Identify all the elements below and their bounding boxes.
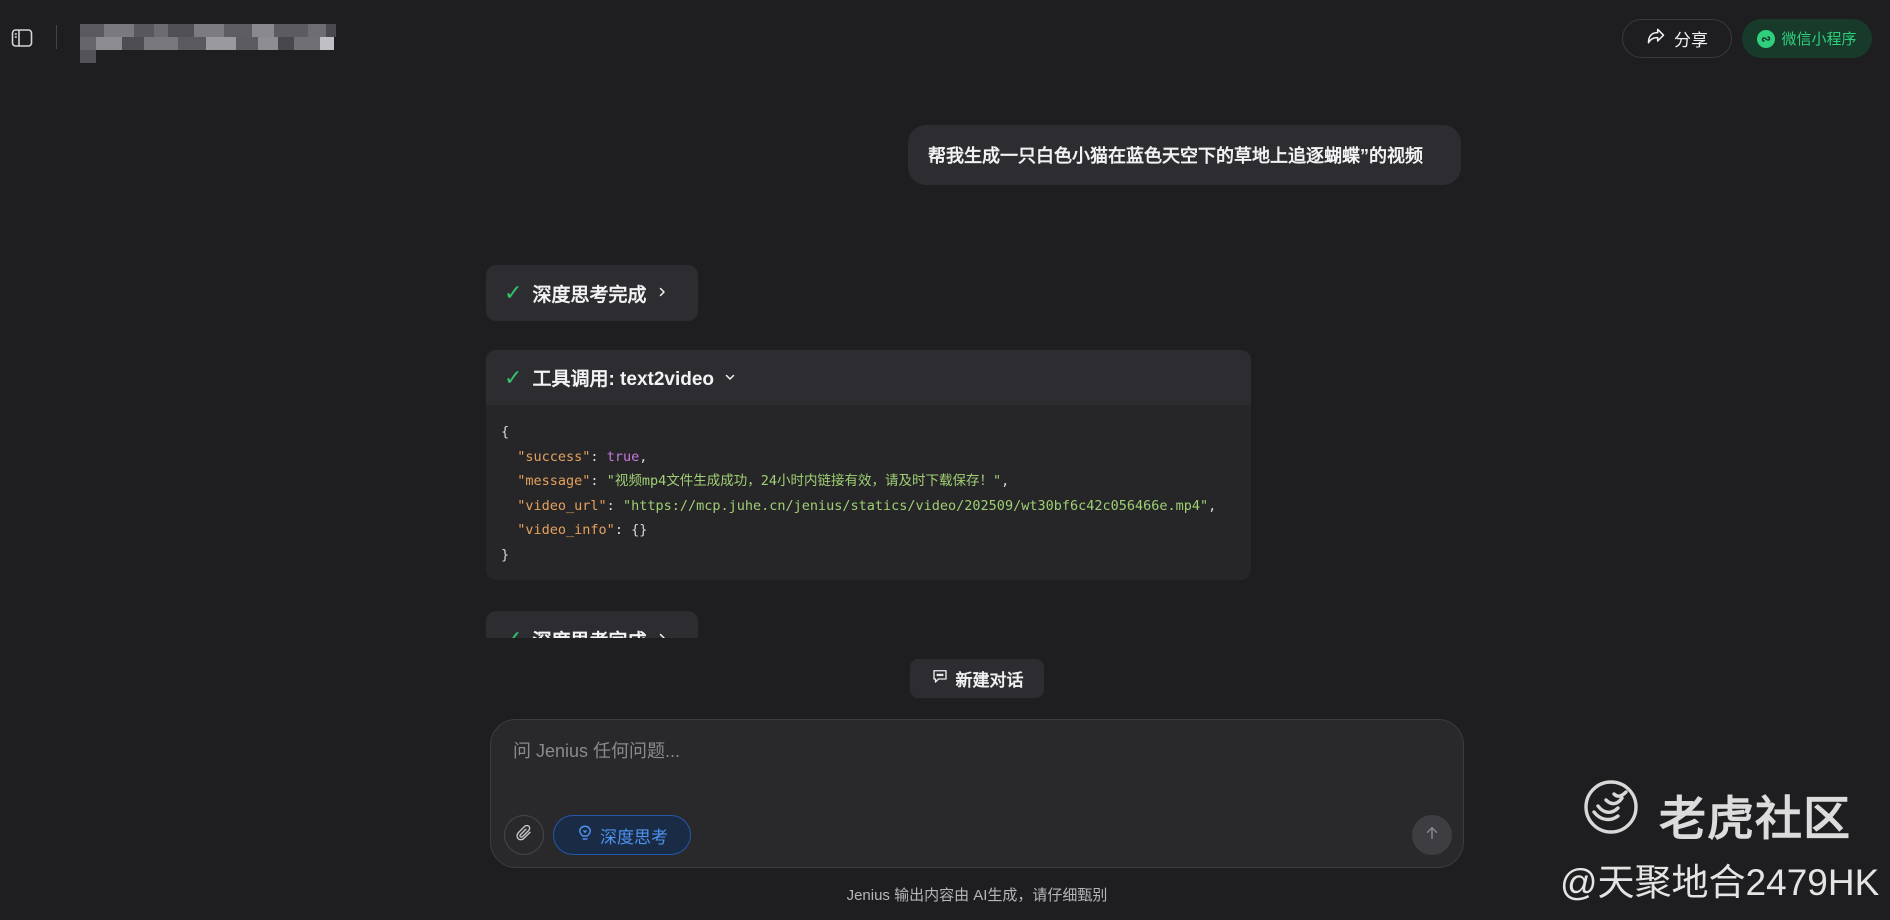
thinking-status-label: 深度思考完成 bbox=[532, 284, 647, 306]
new-chat-button[interactable]: 新建对话 bbox=[910, 659, 1044, 698]
json-key-success: "success" bbox=[517, 448, 591, 465]
top-divider bbox=[56, 25, 57, 49]
user-message-bubble: 帮我生成一只白色小猫在蓝色天空下的草地上追逐蝴蝶”的视频 bbox=[908, 125, 1461, 185]
message-input[interactable] bbox=[511, 734, 1431, 768]
json-value-video-url[interactable]: "https://mcp.juhe.cn/jenius/statics/vide… bbox=[623, 498, 1208, 514]
share-icon bbox=[1646, 26, 1666, 51]
attach-button[interactable] bbox=[504, 815, 544, 855]
wechat-miniprogram-button[interactable]: 微信小程序 bbox=[1742, 19, 1872, 58]
thinking-complete-toggle[interactable]: ✓ 深度思考完成 bbox=[486, 265, 698, 321]
message-composer: 深度思考 bbox=[490, 719, 1464, 868]
share-label: 分享 bbox=[1674, 31, 1708, 50]
thinking-complete-toggle-2[interactable]: ✓ 深度思考完成 bbox=[486, 611, 698, 638]
check-icon: ✓ bbox=[504, 280, 523, 305]
chat-area[interactable]: 帮我生成一只白色小猫在蓝色天空下的草地上追逐蝴蝶”的视频 ✓ 深度思考完成 ✓ … bbox=[0, 76, 1890, 638]
sidebar-toggle-icon[interactable] bbox=[10, 26, 34, 50]
check-icon: ✓ bbox=[504, 626, 522, 638]
top-bar: 分享 微信小程序 bbox=[0, 0, 1890, 76]
tool-call-card: ✓ 工具调用: text2video { "success": true, "m… bbox=[486, 350, 1251, 580]
json-value-message: "视频mp4文件生成成功，24小时内链接有效，请及时下载保存！" bbox=[606, 473, 1002, 489]
blurred-conversation-title bbox=[80, 24, 338, 63]
chevron-down-icon bbox=[724, 367, 736, 389]
tool-call-header[interactable]: ✓ 工具调用: text2video bbox=[486, 350, 1251, 405]
json-open-brace: { bbox=[501, 424, 510, 440]
json-key-video-url: "video_url" bbox=[517, 497, 607, 514]
check-icon: ✓ bbox=[504, 364, 523, 390]
chevron-right-icon bbox=[656, 628, 668, 638]
json-key-message: "message" bbox=[517, 473, 591, 489]
tool-call-label: 工具调用: text2video bbox=[532, 369, 715, 390]
tool-result-json: { "success": true, "message": "视频mp4文件生成… bbox=[501, 424, 1217, 563]
watermark-handle: @天聚地合2479HK bbox=[1560, 862, 1880, 903]
user-message-text: 帮我生成一只白色小猫在蓝色天空下的草地上追逐蝴蝶”的视频 bbox=[928, 146, 1423, 166]
bulb-icon bbox=[576, 824, 594, 847]
tiger-community-logo-icon bbox=[1582, 778, 1640, 836]
watermark-brand: 老虎社区 bbox=[1659, 792, 1851, 845]
wechat-label: 微信小程序 bbox=[1781, 31, 1857, 48]
paperclip-icon bbox=[515, 824, 533, 847]
json-value-video-info: {} bbox=[631, 522, 648, 538]
json-value-success: true bbox=[606, 448, 640, 465]
new-chat-label: 新建对话 bbox=[955, 671, 1024, 690]
new-chat-icon bbox=[931, 667, 949, 690]
arrow-up-icon bbox=[1423, 824, 1441, 847]
ai-disclaimer: Jenius 输出内容由 AI生成，请仔细甄别 bbox=[846, 887, 1108, 904]
json-close-brace: } bbox=[501, 546, 510, 563]
deep-think-label: 深度思考 bbox=[600, 827, 668, 847]
deep-think-toggle[interactable]: 深度思考 bbox=[553, 815, 691, 855]
chevron-right-icon bbox=[656, 282, 668, 304]
json-key-video-info: "video_info" bbox=[517, 522, 615, 538]
send-button[interactable] bbox=[1412, 815, 1452, 855]
wechat-miniprogram-icon bbox=[1757, 29, 1776, 48]
share-button[interactable]: 分享 bbox=[1622, 19, 1732, 58]
thinking-status-label: 深度思考完成 bbox=[532, 626, 646, 639]
